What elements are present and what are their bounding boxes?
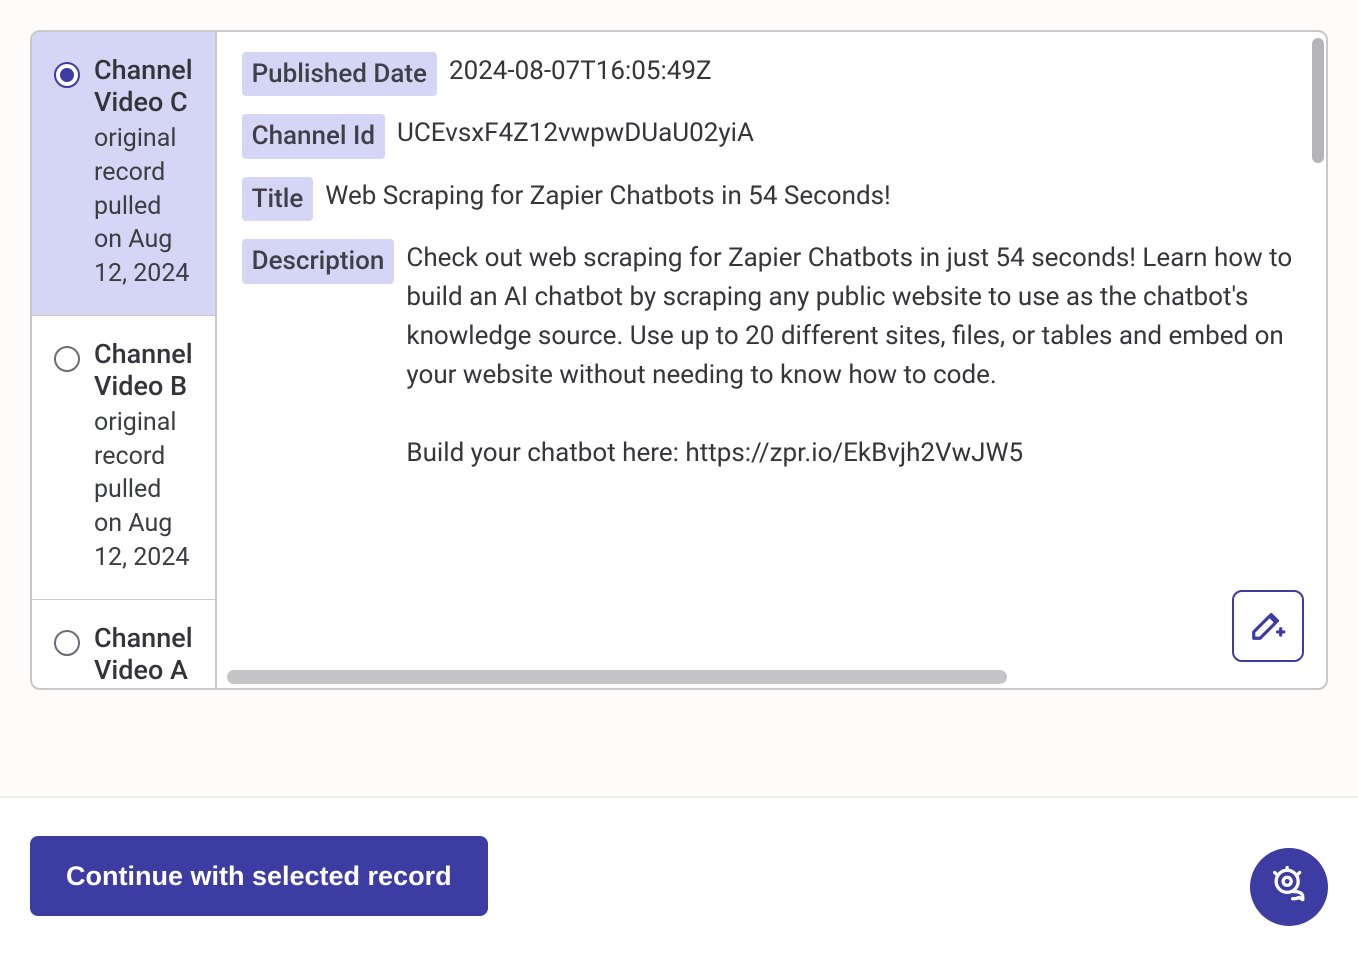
scrollbar-thumb[interactable] (227, 670, 1007, 684)
field-label: Channel Id (242, 114, 385, 158)
record-item-sub: original record pulled on Aug 12, 2024 (94, 690, 193, 691)
edit-record-button[interactable] (1232, 590, 1304, 662)
field-value: UCEvsxF4Z12vwpwDUaU02yiA (397, 114, 754, 153)
record-item-a[interactable]: Channel Video A original record pulled o… (32, 600, 215, 691)
record-item-c[interactable]: Channel Video C original record pulled o… (32, 32, 215, 316)
field-channel-id: Channel Id UCEvsxF4Z12vwpwDUaU02yiA (242, 114, 1296, 158)
scrollbar-thumb[interactable] (1312, 38, 1324, 163)
field-published-date: Published Date 2024-08-07T16:05:49Z (242, 52, 1296, 96)
continue-button[interactable]: Continue with selected record (30, 836, 488, 916)
radio-selected-icon[interactable] (54, 62, 80, 88)
record-item-text: Channel Video C original record pulled o… (94, 54, 193, 291)
record-item-title: Channel Video C (94, 54, 193, 118)
record-item-title: Channel Video B (94, 338, 193, 402)
record-list: Channel Video C original record pulled o… (32, 32, 215, 690)
radio-unselected-icon[interactable] (54, 346, 80, 372)
field-title: Title Web Scraping for Zapier Chatbots i… (242, 177, 1296, 221)
record-selector-panel: Channel Video C original record pulled o… (30, 30, 1328, 690)
record-item-text: Channel Video A original record pulled o… (94, 622, 193, 691)
field-label: Title (242, 177, 314, 221)
record-item-title: Channel Video A (94, 622, 193, 686)
field-value: 2024-08-07T16:05:49Z (449, 52, 712, 91)
record-details: Published Date 2024-08-07T16:05:49Z Chan… (217, 32, 1326, 688)
records-sidebar: Channel Video C original record pulled o… (32, 32, 217, 688)
record-item-sub: original record pulled on Aug 12, 2024 (94, 122, 193, 291)
field-value: Check out web scraping for Zapier Chatbo… (406, 239, 1296, 473)
record-item-sub: original record pulled on Aug 12, 2024 (94, 406, 193, 575)
details-scroll[interactable]: Published Date 2024-08-07T16:05:49Z Chan… (217, 32, 1326, 664)
bot-chat-icon (1267, 863, 1311, 911)
field-value: Web Scraping for Zapier Chatbots in 54 S… (325, 177, 890, 216)
radio-unselected-icon[interactable] (54, 630, 80, 656)
field-label: Published Date (242, 52, 437, 96)
vertical-scrollbar[interactable] (1312, 38, 1324, 666)
field-description: Description Check out web scraping for Z… (242, 239, 1296, 473)
edit-add-icon (1249, 605, 1287, 647)
horizontal-scrollbar[interactable] (227, 670, 1308, 684)
chat-assistant-button[interactable] (1250, 848, 1328, 926)
record-item-b[interactable]: Channel Video B original record pulled o… (32, 316, 215, 600)
field-label: Description (242, 239, 395, 283)
record-item-text: Channel Video B original record pulled o… (94, 338, 193, 575)
